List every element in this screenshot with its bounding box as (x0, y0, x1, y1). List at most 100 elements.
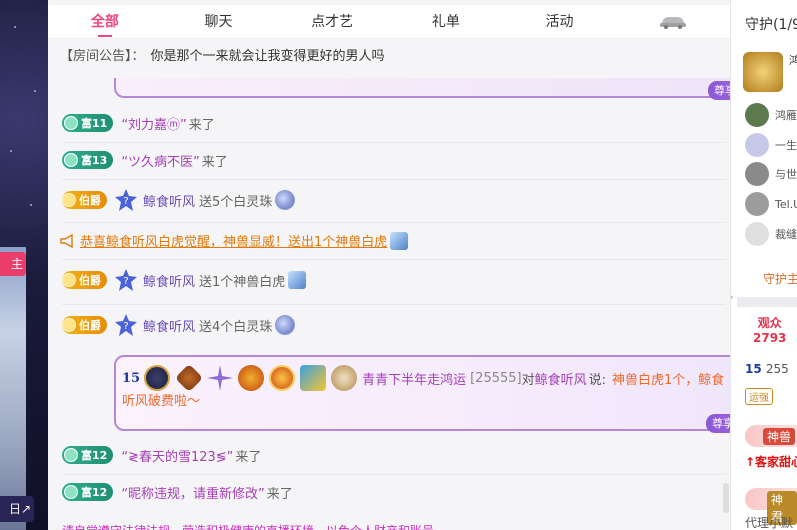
chat-panel: 全部 聊天 点才艺 礼单 活动 【房间公告】： 你是那个一来就会让我变得更好的男人… (48, 0, 764, 530)
notice-text: 你是那个一来就会让我变得更好的男人吗 (150, 49, 385, 64)
tab-activity[interactable]: 活动 (503, 5, 617, 39)
video-area[interactable]: 主 日↗ (0, 0, 48, 530)
gift-broadcast[interactable]: 恭喜鲸食听风白虎觉醒，神兽显威！送出1个神兽白虎 (60, 231, 409, 250)
question-medal-icon: ? (115, 314, 137, 336)
viewer-level: 15 (745, 362, 762, 376)
share-tag[interactable]: 日↗ (0, 496, 34, 522)
user-name[interactable]: 鲸食听风 (143, 191, 195, 210)
wealth-icon (64, 116, 78, 130)
guard-host-button[interactable]: 守护主 (763, 270, 797, 287)
guard-user-item[interactable]: 与世 (745, 162, 797, 186)
star-decor (30, 204, 32, 206)
user-name[interactable]: “≷春天的雪123≶” (121, 446, 233, 465)
tab-gifts[interactable]: 礼单 (389, 5, 503, 39)
message-text-cont: 听风破费啦～ (122, 394, 201, 409)
list-item: 富12 “≷春天的雪123≶” 来了 (62, 443, 261, 467)
guard-user-item[interactable]: Tel.U (745, 192, 797, 216)
svg-text:?: ? (123, 321, 128, 332)
horn-icon (60, 233, 73, 248)
safety-notice: 请自觉遵守法律法规，营造积极健康的直播环境，以免个人财产和账号 (62, 522, 434, 530)
message-action: 来了 (266, 486, 293, 502)
list-item: 伯爵 ? 鲸食听风 送1个神兽白虎 (62, 268, 307, 292)
user-name[interactable]: “刘力嘉ⓜ” (121, 114, 186, 133)
avatar (745, 192, 769, 216)
tab-chat[interactable]: 聊天 (162, 5, 276, 39)
list-item: 富13 “ツ久病不医” 来了 (62, 148, 228, 172)
guard-star-avatar[interactable] (743, 52, 783, 92)
noble-icon (62, 273, 76, 287)
viewer-id: 255 (765, 362, 789, 376)
user-name[interactable]: 鲸食听风 (143, 271, 195, 290)
pearl-gift-icon (275, 315, 296, 335)
star-decor (14, 26, 16, 28)
level-badge: 伯爵 (62, 271, 107, 289)
avatar (745, 103, 769, 127)
message-action: 来了 (201, 154, 228, 170)
level-badge: 伯爵 (62, 191, 107, 209)
noble-icon (62, 193, 76, 207)
room-notice: 【房间公告】： 你是那个一来就会让我变得更好的男人吗 (60, 45, 385, 64)
highlight-user[interactable]: ↑客家甜心 (745, 453, 797, 470)
vip-chat-message: 15 青青下半年走鸿运 [25555] 对 鲸食听风 说: 神兽白虎1个，鲸食 … (114, 355, 762, 433)
user-name[interactable]: “ツ久病不医” (121, 151, 199, 170)
svg-text:?: ? (123, 276, 128, 287)
viewer-count[interactable]: 观众 2793 (753, 316, 786, 346)
user-name[interactable]: “昵称违规，请重新修改” (121, 483, 264, 502)
vip-row: 15 青青下半年走鸿运 [25555] 对 鲸食听风 说: 神兽白虎1个，鲸食 (122, 363, 754, 393)
guard-user-item[interactable]: 一生 (745, 133, 797, 157)
target-name[interactable]: 鲸食听风 (535, 369, 587, 388)
guard-user-item[interactable]: 鸿雁 (745, 103, 797, 127)
message-action: 来了 (235, 449, 262, 465)
user-name[interactable]: 鲸食听风 (143, 316, 195, 335)
avatar (745, 222, 769, 246)
tab-car[interactable] (616, 5, 730, 39)
viewer-name[interactable]: 代理小默 (745, 514, 793, 530)
guard-user-item[interactable]: 裁缝 (745, 222, 797, 246)
level-badge: 伯爵 (62, 316, 107, 334)
sender-name[interactable]: 青青下半年走鸿运 (362, 369, 466, 388)
avatar (745, 162, 769, 186)
luck-badge: 运强 (745, 388, 773, 405)
vip-message-tail: 尊享会员 (114, 78, 764, 100)
level-text: 伯爵 (79, 274, 101, 287)
level-badge: 富12 (62, 446, 114, 464)
chat-scrollbar[interactable] (723, 483, 729, 513)
level-text: 伯爵 (79, 194, 101, 207)
divider (62, 179, 726, 180)
level-badge: 富13 (62, 151, 114, 169)
message-action: 来了 (188, 117, 215, 133)
level-text: 富13 (81, 154, 108, 167)
question-medal-icon: ? (115, 269, 137, 291)
tab-all[interactable]: 全部 (48, 5, 162, 39)
level-text: 富11 (81, 117, 108, 130)
message-action: 送1个神兽白虎 (199, 274, 286, 290)
divider (62, 259, 726, 260)
vip-medal-icon (174, 363, 204, 393)
guard-header: 守护(1/9 (745, 17, 797, 33)
avatar (745, 133, 769, 157)
gold-medal-icon (269, 365, 296, 391)
level-text: 伯爵 (79, 319, 101, 332)
question-medal-icon: ? (115, 189, 137, 211)
tiger-gift-icon (288, 271, 307, 289)
guard-user-name: 裁缝 (775, 228, 797, 241)
tab-bar: 全部 聊天 点才艺 礼单 活动 (48, 5, 730, 39)
level-badge: 富12 (62, 483, 114, 501)
panel-separator (737, 297, 797, 307)
user-level: 15 (122, 370, 141, 386)
sparkle-icon (207, 365, 234, 391)
message-text: 神兽白虎1个，鲸食 (612, 372, 725, 388)
host-tag[interactable]: 主 (0, 252, 26, 276)
message-action: 送5个白灵珠 (199, 194, 273, 210)
game-medal-icon (300, 365, 327, 391)
viewer-row[interactable]: 15 255 (745, 362, 789, 376)
car-icon (660, 16, 687, 29)
collapse-arrow-icon[interactable]: › (731, 290, 734, 304)
tab-talent[interactable]: 点才艺 (275, 5, 389, 39)
level-text: 富12 (81, 486, 108, 499)
wealth-icon (64, 448, 78, 462)
noble-icon (62, 318, 76, 332)
tiger-gift-icon (390, 231, 409, 250)
round-medal-icon (331, 365, 358, 391)
guard-user-name: 与世 (775, 168, 797, 181)
